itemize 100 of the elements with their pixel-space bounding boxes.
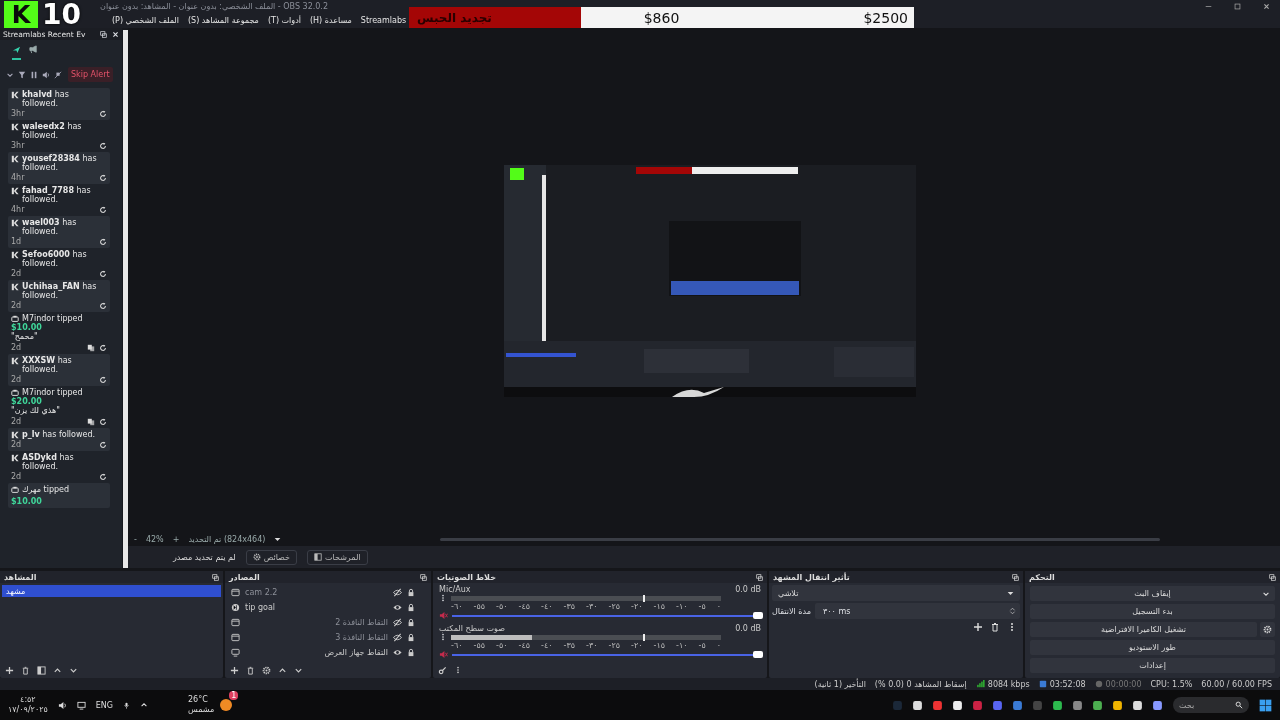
lock-icon[interactable] <box>407 617 415 627</box>
maximize-icon[interactable] <box>1234 2 1241 10</box>
refresh-icon[interactable] <box>99 269 107 278</box>
tick-label: -٣٥ <box>563 641 575 650</box>
refresh-icon[interactable] <box>99 237 107 246</box>
app-icon[interactable] <box>952 699 963 711</box>
eye-icon[interactable] <box>393 602 402 612</box>
refresh-icon[interactable] <box>99 173 107 182</box>
properties-button[interactable]: خصائص <box>245 549 297 565</box>
lock-icon[interactable] <box>407 647 415 657</box>
event-text: Uchihaa_FAN has followed. <box>22 282 98 300</box>
float-icon[interactable] <box>1269 573 1276 581</box>
eye-off-icon[interactable] <box>393 632 402 642</box>
control-button[interactable]: بدء التسجيل <box>1030 604 1275 619</box>
refresh-icon[interactable] <box>99 343 107 352</box>
menu-item[interactable]: (H) مساعدة <box>310 15 352 25</box>
eye-off-icon[interactable] <box>393 587 402 597</box>
app-icon[interactable] <box>1112 699 1123 711</box>
menu-item[interactable]: (P) الملف الشخصي <box>112 15 179 25</box>
tick-label: -١٥ <box>653 641 665 650</box>
source-name[interactable]: التقاط جهاز العرض <box>245 647 388 657</box>
clock-date[interactable]: ١٧/٠٩/٢٠٢٥ <box>8 705 48 715</box>
float-icon[interactable] <box>420 573 427 581</box>
source-name[interactable]: التقاط النافذة 2 <box>245 617 388 627</box>
chevron-up-icon[interactable] <box>278 665 287 675</box>
float-icon[interactable] <box>756 573 763 581</box>
app-icon[interactable] <box>1092 699 1103 711</box>
transition-select[interactable]: تلاشي <box>772 585 1020 601</box>
more-icon[interactable] <box>439 594 447 602</box>
copy-icon[interactable] <box>87 417 95 426</box>
float-icon[interactable] <box>1012 573 1019 581</box>
app-icon[interactable] <box>1132 699 1143 711</box>
mute-icon[interactable] <box>439 611 448 620</box>
gear-icon[interactable] <box>262 665 271 675</box>
mute-alerts-icon[interactable] <box>54 70 62 79</box>
trash-icon[interactable] <box>246 665 255 675</box>
clock-time[interactable]: ٤:٥٢ <box>20 695 36 705</box>
mute-icon[interactable] <box>439 650 448 659</box>
control-button[interactable]: إيقاف البث <box>1030 586 1275 601</box>
advanced-audio-icon[interactable] <box>438 665 447 675</box>
eye-icon[interactable] <box>393 647 402 657</box>
start-icon[interactable] <box>1259 698 1272 712</box>
event-text: M7indor tipped <box>22 388 84 397</box>
scene-item[interactable]: مشهد <box>2 585 221 597</box>
refresh-icon[interactable] <box>99 301 107 310</box>
add-icon[interactable] <box>973 622 983 632</box>
zoom-in-button[interactable]: + <box>172 535 180 544</box>
add-icon[interactable] <box>5 665 14 675</box>
copy-icon[interactable] <box>87 343 95 352</box>
event-time: 2d <box>11 440 22 449</box>
settings-button[interactable] <box>1260 622 1275 637</box>
search-field[interactable]: بحث <box>1173 697 1249 713</box>
menu-item[interactable]: (T) أدوات <box>267 15 301 25</box>
close-icon[interactable] <box>1263 2 1270 10</box>
more-icon[interactable] <box>454 666 462 674</box>
trash-icon[interactable] <box>990 622 1000 632</box>
refresh-icon[interactable] <box>99 375 107 384</box>
caret-icon[interactable] <box>274 536 282 543</box>
refresh-icon[interactable] <box>99 440 107 449</box>
source-name[interactable]: cam 2.2 <box>245 587 388 597</box>
control-button[interactable]: تشغيل الكاميرا الافتراضية <box>1030 622 1257 637</box>
filter-panel-icon[interactable] <box>37 665 46 675</box>
source-name[interactable]: tip goal <box>245 602 388 612</box>
refresh-icon[interactable] <box>99 141 107 150</box>
eye-off-icon[interactable] <box>393 617 402 627</box>
zoom-out-button[interactable]: - <box>134 535 137 544</box>
source-name[interactable]: التقاط النافذة 3 <box>245 632 388 642</box>
pause-icon[interactable] <box>30 70 38 79</box>
control-button[interactable]: طور الاستوديو <box>1030 640 1275 655</box>
more-icon[interactable] <box>439 633 447 641</box>
send-icon[interactable] <box>12 45 21 60</box>
refresh-icon[interactable] <box>99 472 107 481</box>
filters-button[interactable]: المرشحات <box>307 549 368 565</box>
float-icon[interactable] <box>212 573 219 581</box>
language-indicator[interactable]: ENG <box>95 700 113 710</box>
chevron-up-icon[interactable] <box>140 701 148 709</box>
add-icon[interactable] <box>230 665 239 675</box>
menu-item[interactable]: (S) مجموعة المشاهد <box>187 15 259 25</box>
app-icon[interactable] <box>1152 699 1163 711</box>
chevron-up-icon[interactable] <box>53 665 62 675</box>
lock-icon[interactable] <box>407 587 415 597</box>
lock-icon[interactable] <box>407 602 415 612</box>
duration-field[interactable]: ٣٠٠ ms <box>814 603 1020 619</box>
volume-icon[interactable] <box>42 70 50 79</box>
app-icon[interactable] <box>912 699 923 711</box>
skip-alert-button[interactable]: Skip Alert <box>68 67 113 82</box>
refresh-icon[interactable] <box>99 109 107 118</box>
control-button[interactable]: إعدادات <box>1030 658 1275 673</box>
refresh-icon[interactable] <box>99 205 107 214</box>
speaker-icon[interactable] <box>57 700 67 710</box>
weather-icon[interactable] <box>220 699 233 711</box>
microphone-icon[interactable] <box>123 700 130 710</box>
float-icon[interactable] <box>100 30 107 38</box>
monitor-icon[interactable] <box>76 700 86 710</box>
refresh-icon[interactable] <box>99 417 107 426</box>
menu-item[interactable]: Streamlabs <box>360 15 407 25</box>
app-icon[interactable] <box>1052 699 1063 711</box>
filter-icon[interactable] <box>18 70 26 79</box>
trash-icon[interactable] <box>21 665 30 675</box>
lock-icon[interactable] <box>407 632 415 642</box>
